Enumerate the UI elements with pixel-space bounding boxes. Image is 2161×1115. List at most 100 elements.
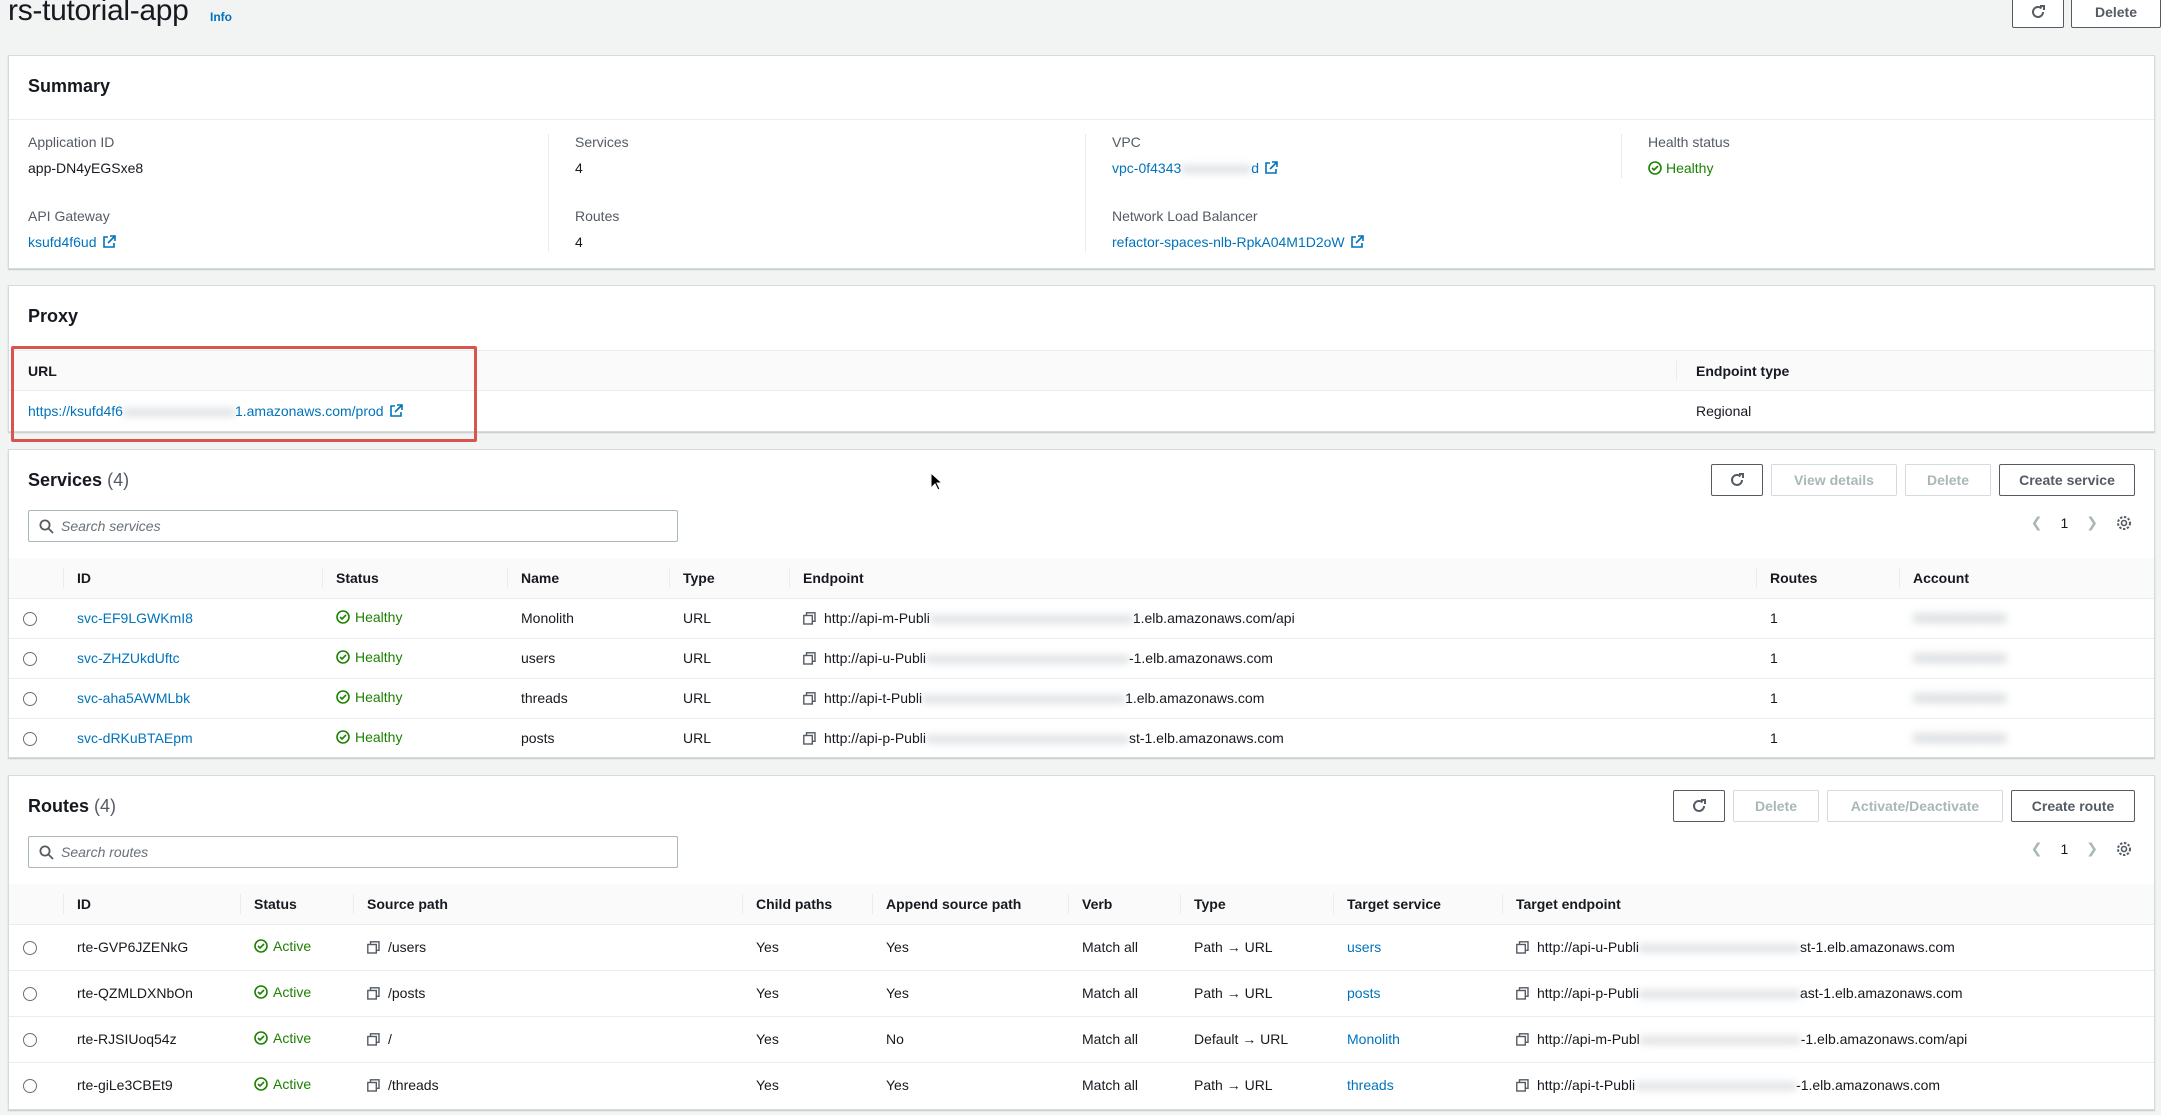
create-route-button[interactable]: Create route (2011, 790, 2135, 822)
copy-icon[interactable] (1516, 941, 1529, 954)
check-circle-icon (336, 690, 350, 704)
services-refresh-button[interactable] (1711, 464, 1763, 496)
summary-panel: Summary Application ID app-DN4yEGSxe8 AP… (8, 55, 2155, 269)
search-icon (39, 845, 54, 860)
copy-icon[interactable] (1516, 1033, 1529, 1046)
settings-gear-icon[interactable] (2116, 841, 2132, 857)
row-select-radio[interactable] (23, 612, 37, 627)
target-service-link[interactable]: threads (1347, 1077, 1394, 1093)
column-header[interactable]: Status (240, 884, 353, 925)
vpc-label: VPC (1112, 134, 1141, 150)
next-page-icon[interactable]: ❯ (2086, 840, 2098, 857)
copy-icon[interactable] (803, 652, 816, 665)
column-header[interactable]: Status (322, 558, 507, 599)
column-header[interactable]: Verb (1068, 884, 1180, 925)
page-number[interactable]: 1 (2060, 841, 2068, 857)
settings-gear-icon[interactable] (2116, 515, 2132, 531)
summary-col-2: Services 4 Routes 4 (548, 134, 1068, 252)
row-select-radio[interactable] (23, 732, 37, 747)
prev-page-icon[interactable]: ❮ (2031, 514, 2043, 531)
next-page-icon[interactable]: ❯ (2086, 514, 2098, 531)
table-row[interactable]: svc-ZHZUkdUftc Healthy users URL http://… (9, 638, 2154, 679)
endpoint-type-column-header: Endpoint type (1696, 363, 1790, 379)
proxy-table-header: URL Endpoint type (9, 351, 2154, 391)
check-circle-icon (254, 985, 268, 999)
activate-deactivate-button[interactable]: Activate/Deactivate (1827, 790, 2003, 822)
api-gateway-link[interactable]: ksufd4f6ud (28, 234, 97, 250)
column-header[interactable]: Type (1180, 884, 1333, 925)
copy-icon[interactable] (367, 1079, 380, 1092)
vpc-link[interactable]: vpc-0f4343xxxxxxxxxxd (1112, 160, 1259, 176)
routes-search-input[interactable] (61, 837, 661, 867)
copy-icon[interactable] (367, 941, 380, 954)
proxy-url-link[interactable]: https://ksufd4f6xxxxxxxxxxxxxxxx1.amazon… (28, 403, 384, 419)
external-link-icon (102, 235, 116, 248)
column-header[interactable]: Name (507, 558, 669, 599)
routes-refresh-button[interactable] (1673, 790, 1725, 822)
column-header[interactable]: ID (63, 558, 322, 599)
column-header[interactable]: Endpoint (789, 558, 1756, 599)
service-id-link[interactable]: svc-ZHZUkdUftc (77, 650, 180, 666)
column-header[interactable]: Type (669, 558, 789, 599)
service-id-link[interactable]: svc-EF9LGWKmI8 (77, 610, 193, 626)
proxy-title: Proxy (28, 306, 79, 326)
table-row[interactable]: rte-QZMLDXNbOn Active /posts Yes Yes Mat… (9, 970, 2154, 1017)
delete-route-button[interactable]: Delete (1733, 790, 1819, 822)
page-number[interactable]: 1 (2060, 515, 2068, 531)
table-row[interactable]: svc-aha5AWMLbk Healthy threads URL http:… (9, 678, 2154, 719)
services-count: 4 (575, 160, 583, 176)
search-icon (39, 519, 54, 534)
delete-application-button[interactable]: Delete (2071, 0, 2161, 28)
table-row[interactable]: rte-GVP6JZENkG Active /users Yes Yes Mat… (9, 924, 2154, 971)
proxy-header: Proxy (9, 286, 2154, 350)
summary-title: Summary (28, 76, 111, 96)
copy-icon[interactable] (367, 1033, 380, 1046)
column-header[interactable]: Append source path (872, 884, 1068, 925)
summary-header: Summary (9, 56, 2154, 120)
services-search-input[interactable] (61, 511, 661, 541)
view-details-button[interactable]: View details (1771, 464, 1897, 496)
service-id-link[interactable]: svc-aha5AWMLbk (77, 690, 190, 706)
health-status: Healthy (1648, 160, 2141, 178)
application-id-label: Application ID (28, 134, 115, 150)
services-title: Services (4) (28, 470, 130, 490)
info-link[interactable]: Info (210, 10, 232, 24)
table-row[interactable]: rte-giLe3CBEt9 Active /threads Yes Yes M… (9, 1062, 2154, 1108)
target-service-link[interactable]: posts (1347, 985, 1380, 1001)
create-service-button[interactable]: Create service (1999, 464, 2135, 496)
column-header[interactable]: Target endpoint (1502, 884, 2154, 925)
nlb-link[interactable]: refactor-spaces-nlb-RpkA04M1D2oW (1112, 234, 1345, 250)
column-header[interactable]: Routes (1756, 558, 1899, 599)
health-status-label: Health status (1648, 134, 1730, 150)
page-header: rs-tutorial-app Info Delete (8, 0, 2161, 36)
table-row[interactable]: svc-dRKuBTAEpm Healthy posts URL http://… (9, 718, 2154, 758)
url-column-header: URL (28, 363, 57, 379)
copy-icon[interactable] (803, 732, 816, 745)
table-row[interactable]: svc-EF9LGWKmI8 Healthy Monolith URL http… (9, 598, 2154, 639)
copy-icon[interactable] (803, 612, 816, 625)
row-select-radio[interactable] (23, 692, 37, 707)
delete-service-button[interactable]: Delete (1905, 464, 1991, 496)
row-select-radio[interactable] (23, 652, 37, 667)
copy-icon[interactable] (803, 692, 816, 705)
column-header[interactable]: Target service (1333, 884, 1502, 925)
row-select-radio[interactable] (23, 941, 37, 956)
column-header[interactable]: Source path (353, 884, 742, 925)
copy-icon[interactable] (1516, 1079, 1529, 1092)
target-service-link[interactable]: Monolith (1347, 1031, 1400, 1047)
table-row[interactable]: rte-RJSIUoq54z Active / Yes No Match all… (9, 1016, 2154, 1063)
target-service-link[interactable]: users (1347, 939, 1381, 955)
column-header[interactable]: Child paths (742, 884, 872, 925)
service-id-link[interactable]: svc-dRKuBTAEpm (77, 730, 193, 746)
column-header[interactable]: ID (63, 884, 240, 925)
page-title: rs-tutorial-app (8, 0, 189, 27)
row-select-radio[interactable] (23, 987, 37, 1002)
row-select-radio[interactable] (23, 1033, 37, 1048)
prev-page-icon[interactable]: ❮ (2031, 840, 2043, 857)
copy-icon[interactable] (1516, 987, 1529, 1000)
column-header[interactable]: Account (1899, 558, 2154, 599)
check-circle-icon (336, 650, 350, 664)
row-select-radio[interactable] (23, 1079, 37, 1094)
refresh-button[interactable] (2012, 0, 2064, 28)
copy-icon[interactable] (367, 987, 380, 1000)
